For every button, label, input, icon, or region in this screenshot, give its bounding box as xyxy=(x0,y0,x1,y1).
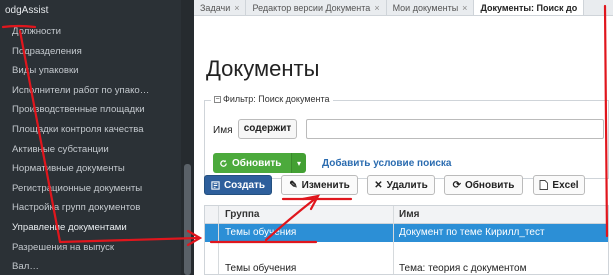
pencil-icon: ✎ xyxy=(289,179,298,191)
tab-label: Задачи xyxy=(200,2,231,13)
column-divider[interactable] xyxy=(393,206,394,274)
tab-tasks[interactable]: Задачи × xyxy=(194,0,247,16)
sidebar-item-registration-docs[interactable]: Регистрационные документы xyxy=(0,179,194,199)
close-icon[interactable]: × xyxy=(462,1,467,16)
filter-refresh-group: Обновить ▾ xyxy=(213,153,306,173)
filter-legend[interactable]: − Фильтр: Поиск документа xyxy=(211,94,333,104)
column-header-group[interactable]: Группа xyxy=(219,206,259,224)
edit-button[interactable]: ✎ Изменить xyxy=(281,175,358,195)
delete-label: Удалить xyxy=(386,179,428,191)
sidebar-item-departments[interactable]: Подразделения xyxy=(0,42,194,62)
cell-name: Документ по теме Кирилл_тест xyxy=(399,227,545,238)
grid-refresh-label: Обновить xyxy=(464,179,515,191)
sidebar-scrollbar[interactable] xyxy=(181,0,194,275)
tab-bar: Задачи × Редактор версии Документа × Мои… xyxy=(194,0,613,16)
edit-label: Изменить xyxy=(301,179,350,191)
tab-document-version-editor[interactable]: Редактор версии Документа × xyxy=(246,0,387,16)
sidebar-item-normative-docs[interactable]: Нормативные документы xyxy=(0,159,194,179)
create-label: Создать xyxy=(223,179,266,191)
sidebar-item-release-permits[interactable]: Разрешения на выпуск xyxy=(0,238,194,258)
app-title[interactable]: odgAssist xyxy=(0,0,194,22)
collapse-icon[interactable]: − xyxy=(214,95,221,103)
tab-documents-search[interactable]: Документы: Поиск до xyxy=(474,0,585,15)
tab-label: Документы: Поиск до xyxy=(480,2,578,13)
operator-button[interactable]: содержит xyxy=(238,119,297,139)
grid-refresh-button[interactable]: ⟳ Обновить xyxy=(444,175,523,195)
close-icon[interactable]: × xyxy=(234,1,239,16)
search-filter-panel: − Фильтр: Поиск документа Имя содержит О… xyxy=(204,94,609,179)
grid-header: Группа Имя xyxy=(205,206,608,224)
sidebar-item-cut-off[interactable]: Вал… xyxy=(0,257,194,275)
tab-my-documents[interactable]: Мои документы × xyxy=(387,0,475,16)
sidebar-item-document-management[interactable]: Управление документами xyxy=(0,218,194,238)
excel-label: Excel xyxy=(552,179,579,191)
table-row[interactable] xyxy=(205,242,608,260)
sidebar-scroll-thumb[interactable] xyxy=(184,164,191,275)
refresh-icon xyxy=(220,159,227,167)
sidebar-menu: Должности Подразделения Виды упаковки Ис… xyxy=(0,22,194,275)
excel-icon xyxy=(539,180,549,190)
sidebar-item-active-substances[interactable]: Активные субстанции xyxy=(0,140,194,160)
sidebar-item-packaging-executors[interactable]: Исполнители работ по упако… xyxy=(0,81,194,101)
sidebar-item-production-sites[interactable]: Производственные площадки xyxy=(0,100,194,120)
sidebar-item-qc-sites[interactable]: Площадки контроля качества xyxy=(0,120,194,140)
tab-label: Мои документы xyxy=(392,2,459,13)
add-search-condition-link[interactable]: Добавить условие поиска xyxy=(322,158,451,169)
row-selector-column xyxy=(205,206,219,274)
excel-button[interactable]: Excel xyxy=(533,175,585,195)
table-row[interactable]: Темы обучения Документ по теме Кирилл_те… xyxy=(205,224,608,242)
cell-group xyxy=(219,242,393,260)
filter-refresh-button[interactable]: Обновить xyxy=(213,153,291,173)
delete-button[interactable]: ✕ Удалить xyxy=(367,175,435,195)
filter-legend-label: Фильтр: Поиск документа xyxy=(223,94,330,104)
search-value-input[interactable] xyxy=(306,119,604,139)
delete-icon: ✕ xyxy=(374,179,383,191)
create-icon xyxy=(211,180,220,190)
sidebar-item-packaging-types[interactable]: Виды упаковки xyxy=(0,61,194,81)
documents-grid: Группа Имя Темы обучения Документ по тем… xyxy=(204,205,609,275)
cell-name: Тема: теория с документом xyxy=(399,263,527,274)
table-row[interactable]: Темы обучения Тема: теория с документом xyxy=(205,260,608,275)
create-button[interactable]: Создать xyxy=(204,175,272,195)
tab-label: Редактор версии Документа xyxy=(252,2,371,13)
refresh-icon: ⟳ xyxy=(452,179,461,191)
grid-toolbar: Создать ✎ Изменить ✕ Удалить ⟳ Обновить … xyxy=(204,175,609,195)
close-icon[interactable]: × xyxy=(374,1,379,16)
filter-refresh-label: Обновить xyxy=(232,157,282,169)
cell-group: Темы обучения xyxy=(225,263,297,274)
filter-field-label: Имя xyxy=(213,125,233,136)
sidebar: odgAssist Должности Подразделения Виды у… xyxy=(0,0,194,275)
cell-name xyxy=(393,242,608,260)
sidebar-item-doc-groups-settings[interactable]: Настройка групп документов xyxy=(0,198,194,218)
column-header-name[interactable]: Имя xyxy=(393,206,419,224)
sidebar-item-positions[interactable]: Должности xyxy=(0,22,194,42)
chevron-down-icon[interactable]: ▾ xyxy=(291,153,306,173)
cell-group: Темы обучения xyxy=(225,227,297,238)
main-content: Документы − Фильтр: Поиск документа Имя … xyxy=(194,16,613,275)
page-title: Документы xyxy=(206,56,320,81)
